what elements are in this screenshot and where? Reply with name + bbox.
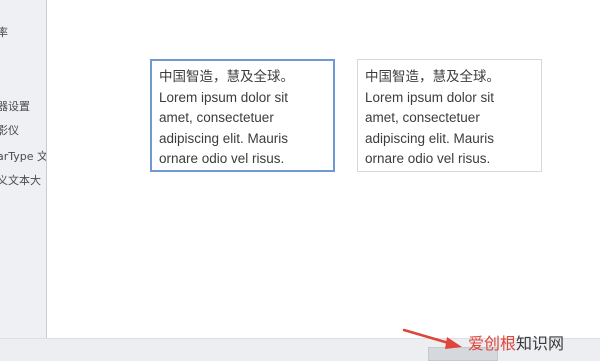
- sample-line: amet, consectetuer: [365, 110, 480, 125]
- sample-line: ornare odio vel risus.: [365, 151, 491, 166]
- watermark-part2: 知识网: [516, 334, 565, 353]
- sidebar-item-cleartype[interactable]: arType 文: [0, 148, 46, 164]
- sidebar-item-3[interactable]: 影仪: [0, 122, 22, 138]
- sample-line: adipiscing elit. Mauris: [365, 130, 495, 146]
- settings-sidebar: 率 器设置 影仪 arType 文 义文本大: [0, 0, 47, 360]
- sample-line: amet, consectetuer: [159, 110, 274, 125]
- watermark: 爱创根知识网: [468, 330, 564, 354]
- text-sample-option-1[interactable]: 中国智造，慧及全球。 Lorem ipsum dolor sit amet, c…: [150, 59, 335, 172]
- sample-line: adipiscing elit. Mauris: [159, 130, 289, 146]
- watermark-part1: 爱创根: [468, 334, 517, 353]
- cleartype-preview-area: 中国智造，慧及全球。 Lorem ipsum dolor sit amet, c…: [47, 0, 600, 338]
- sample-line: 中国智造，慧及全球。: [365, 69, 500, 84]
- sidebar-item-custom-text-size[interactable]: 义文本大: [0, 172, 44, 188]
- sidebar-item-2[interactable]: 器设置: [0, 98, 33, 114]
- text-sample-option-2[interactable]: 中国智造，慧及全球。 Lorem ipsum dolor sit amet, c…: [357, 59, 542, 172]
- sample-line: Lorem ipsum dolor sit: [365, 89, 495, 105]
- sample-line: ornare odio vel risus.: [159, 151, 285, 166]
- sample-line: 中国智造，慧及全球。: [159, 69, 294, 84]
- sidebar-item-1[interactable]: 率: [0, 24, 11, 40]
- sample-line: Lorem ipsum dolor sit: [159, 89, 289, 105]
